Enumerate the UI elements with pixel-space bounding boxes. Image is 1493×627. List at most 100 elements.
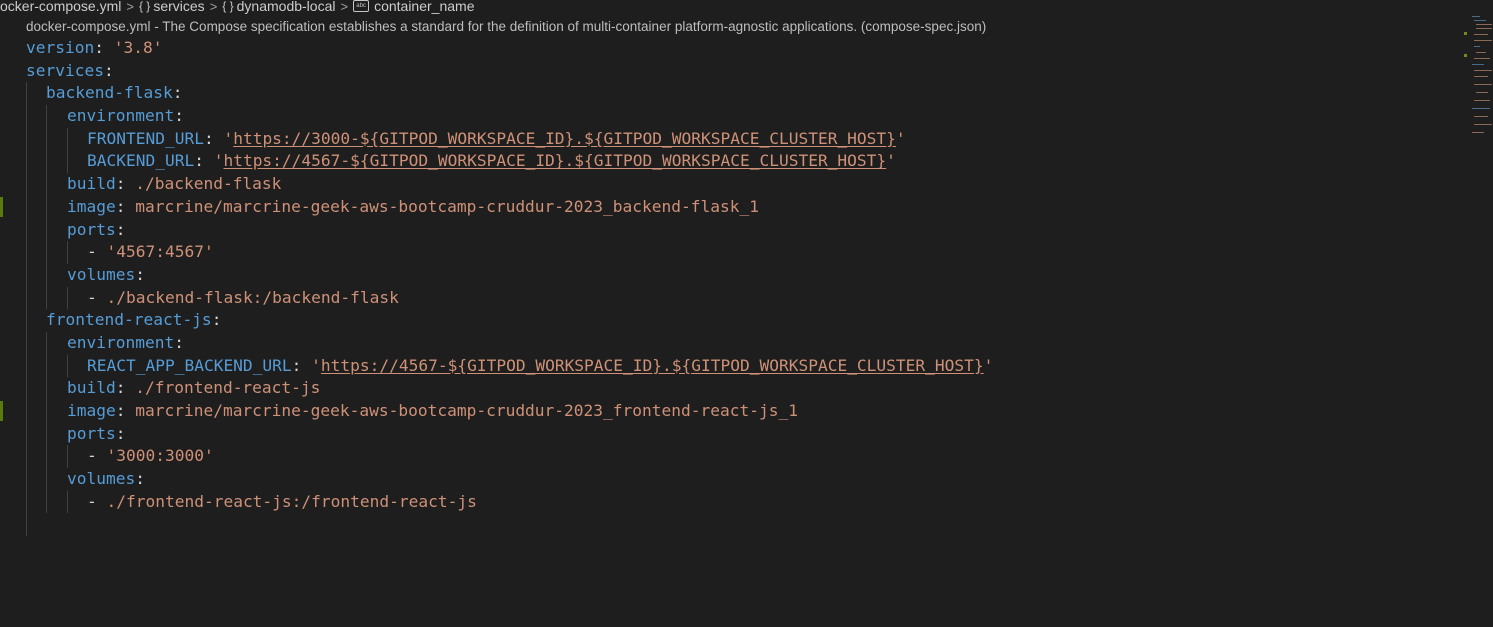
quote: ' [223, 128, 234, 148]
indent-guide [46, 331, 47, 355]
minimap-line [1476, 52, 1486, 53]
minimap-line [1472, 132, 1484, 133]
yaml-key: BACKEND_URL [87, 151, 195, 171]
code-line: volumes: [0, 468, 1460, 491]
minimap-change-marker [1464, 54, 1467, 57]
breadcrumb-dynamodb[interactable]: { } dynamodb-local [222, 0, 335, 14]
indent-guide [26, 263, 27, 287]
yaml-key: ports [67, 423, 116, 443]
indent-guide [67, 354, 68, 378]
string-key-icon: abc [353, 0, 370, 12]
code-line: - '3000:3000' [0, 445, 1460, 469]
indent-guide [46, 286, 47, 310]
minimap-line [1474, 40, 1492, 41]
indent-guide [67, 150, 68, 174]
code-line [0, 513, 1460, 537]
minimap-line [1474, 34, 1488, 35]
object-icon: { } [138, 0, 151, 13]
colon: : [94, 38, 104, 57]
indent-guide [26, 105, 27, 128]
list-dash: - [87, 242, 107, 262]
breadcrumb-services[interactable]: { } services [139, 0, 205, 14]
list-dash: - [87, 287, 107, 307]
code-line: - ./backend-flask:/backend-flask [0, 286, 1460, 310]
indent-guide [67, 127, 68, 151]
indent-guide [26, 400, 27, 423]
url-link[interactable]: https://4567-${GITPOD_WORKSPACE_ID}.${GI… [223, 151, 886, 170]
indent-guide [67, 445, 68, 469]
quote: ' [983, 355, 994, 375]
modified-line-indicator[interactable] [0, 401, 3, 421]
breadcrumb-container-label: container_name [374, 0, 475, 14]
indent-guide [46, 173, 47, 196]
schema-codelens[interactable]: docker-compose.yml - The Compose specifi… [26, 19, 986, 34]
indent-guide [26, 468, 27, 491]
indent-guide [46, 445, 47, 469]
yaml-string: ./backend-flask:/backend-flask [106, 287, 399, 307]
minimap-line [1476, 92, 1488, 93]
code-line: services: [0, 60, 1460, 83]
url-link[interactable]: https://4567-${GITPOD_WORKSPACE_ID}.${GI… [321, 356, 984, 375]
minimap-line [1474, 84, 1492, 85]
minimap-line [1476, 24, 1492, 25]
code-editor[interactable]: version: '3.8' services: backend-flask: … [0, 37, 1460, 537]
code-line: - '4567:4567' [0, 241, 1460, 264]
code-line: environment: [0, 105, 1460, 128]
yaml-key: version [26, 38, 95, 57]
code-line: image: marcrine/marcrine-geek-aws-bootca… [0, 195, 1460, 219]
list-dash: - [87, 446, 107, 466]
indent-guide [26, 173, 27, 196]
indent-guide [26, 513, 27, 537]
colon: : [194, 151, 204, 171]
minimap[interactable] [1462, 12, 1493, 142]
indent-guide [46, 195, 47, 219]
colon: : [115, 378, 126, 398]
chevron-right-icon: > [126, 0, 134, 14]
indent-guide [46, 400, 47, 423]
indent-guide [26, 218, 27, 242]
code-line: ports: [0, 218, 1460, 242]
indent-guide [26, 127, 27, 151]
yaml-key: build [67, 378, 116, 398]
yaml-key: frontend-react-js [46, 310, 212, 330]
indent-guide [46, 150, 47, 174]
indent-guide [26, 377, 27, 400]
breadcrumb-file[interactable]: ocker-compose.yml [0, 0, 121, 14]
code-line: FRONTEND_URL: 'https://3000-${GITPOD_WOR… [0, 127, 1460, 151]
url-link[interactable]: https://3000-${GITPOD_WORKSPACE_ID}.${GI… [233, 129, 896, 148]
colon: : [211, 310, 222, 330]
quote: ' [213, 151, 224, 171]
yaml-key: environment [67, 332, 175, 352]
minimap-line [1472, 108, 1490, 109]
modified-line-indicator[interactable] [0, 196, 3, 217]
colon: : [172, 83, 183, 103]
yaml-string: '4567:4567' [106, 242, 214, 262]
chevron-right-icon: > [209, 0, 218, 14]
breadcrumb-container[interactable]: abc container_name [353, 0, 474, 14]
minimap-line [1474, 58, 1490, 59]
minimap-line [1474, 100, 1490, 101]
colon: : [135, 469, 145, 489]
colon: : [115, 174, 126, 194]
indent-guide [67, 241, 68, 264]
code-line: version: '3.8' [0, 37, 1460, 60]
indent-guide [26, 354, 27, 378]
code-line: - ./frontend-react-js:/frontend-react-js [0, 490, 1460, 514]
indent-guide [46, 105, 47, 128]
yaml-key: environment [67, 106, 175, 126]
colon: : [291, 355, 302, 375]
indent-guide [46, 218, 47, 242]
breadcrumb: ocker-compose.yml > { } services > { } d… [0, 0, 474, 16]
code-line: BACKEND_URL: 'https://4567-${GITPOD_WORK… [0, 150, 1460, 174]
yaml-key: image [67, 196, 116, 216]
colon: : [115, 219, 126, 239]
yaml-string: ./backend-flask [135, 174, 282, 194]
yaml-string: '3000:3000' [106, 446, 214, 466]
indent-guide [46, 263, 47, 287]
indent-guide [67, 286, 68, 310]
indent-guide [46, 241, 47, 264]
indent-guide [26, 82, 27, 106]
object-icon: { } [222, 0, 234, 13]
minimap-change-marker [1464, 32, 1467, 35]
indent-guide [26, 241, 27, 264]
